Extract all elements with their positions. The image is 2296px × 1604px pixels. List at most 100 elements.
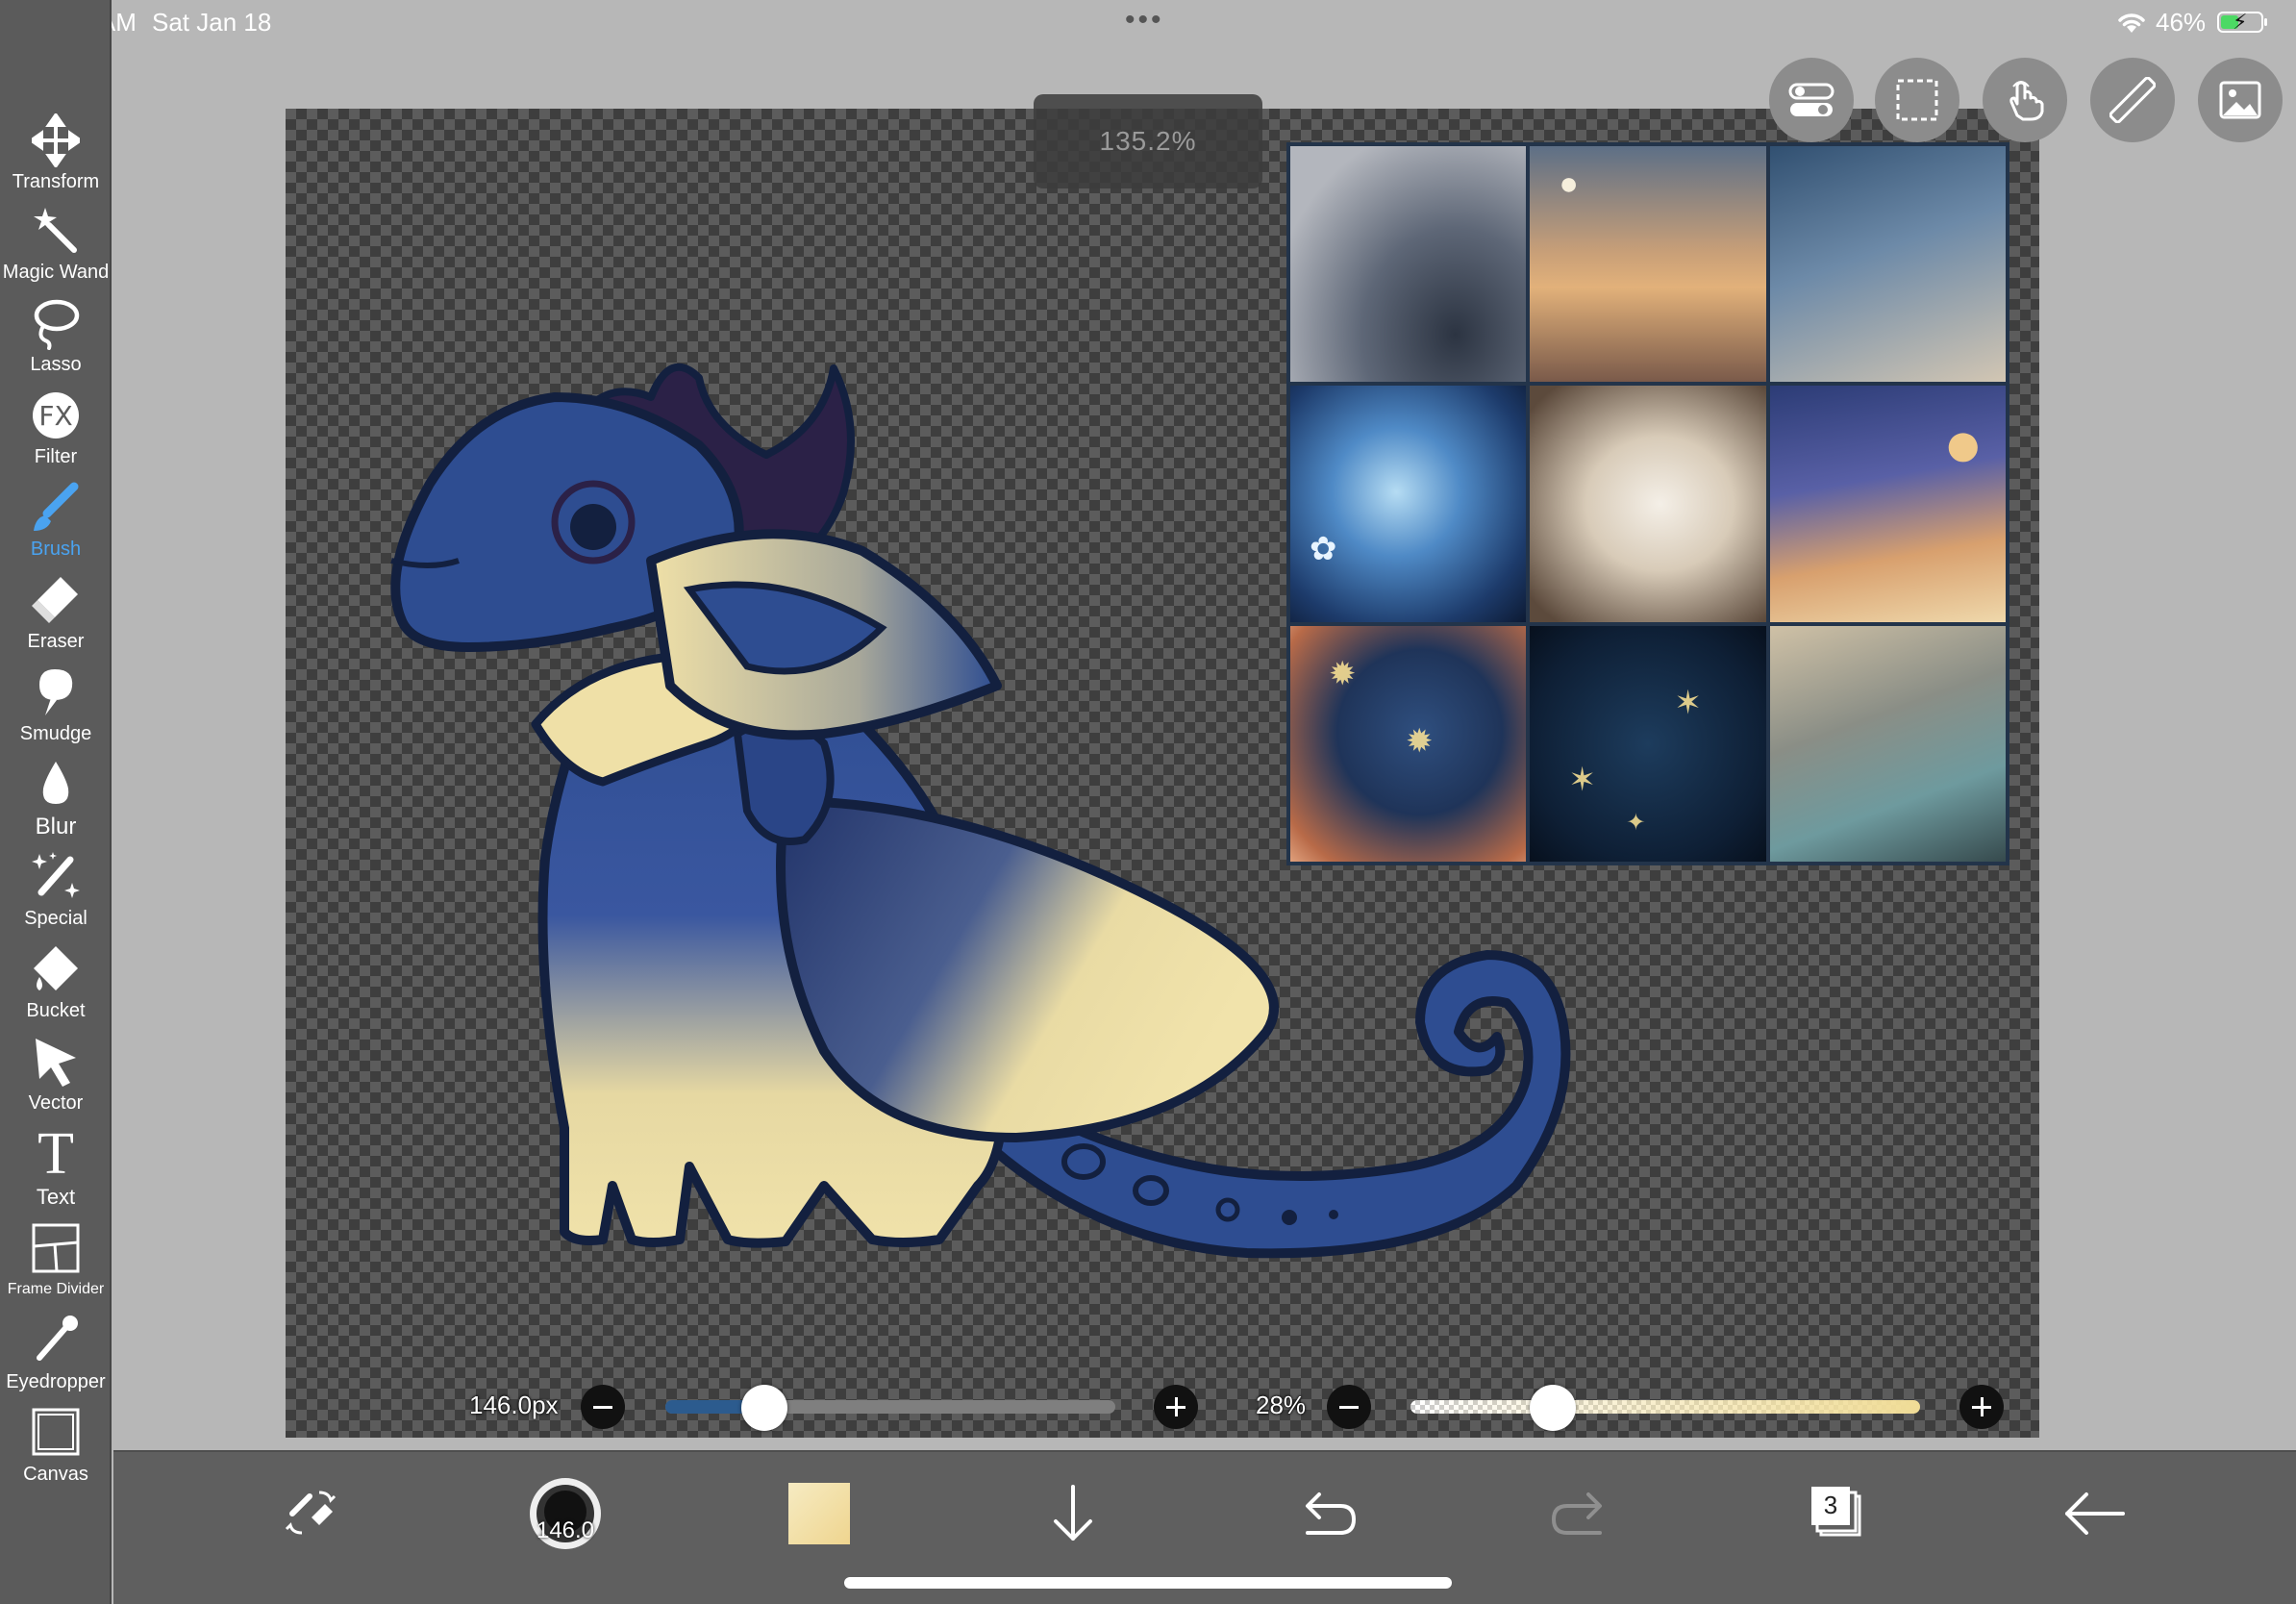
color-swatch-button[interactable] [786, 1475, 863, 1552]
smudge-icon [39, 669, 73, 715]
opacity-slider-track[interactable] [1410, 1400, 1920, 1414]
pointer-icon [36, 1039, 76, 1087]
bucket-icon [34, 946, 78, 990]
tool-label: Filter [34, 446, 78, 467]
tool-bucket[interactable]: Bucket [0, 942, 112, 1035]
brush-icon [34, 482, 79, 531]
tool-eyedropper[interactable]: Eyedropper [0, 1314, 112, 1406]
toggle-button[interactable] [1769, 58, 1854, 142]
moodboard-tile: ✶ ✶ ✦ [1530, 625, 1766, 862]
reference-moodboard: ● ✿ ● ✹ ✹ ✶ ✶ ✦ [1286, 142, 2009, 865]
back-button[interactable] [2056, 1475, 2133, 1552]
tool-label: Vector [28, 1092, 84, 1114]
battery-charging-icon: ⚡ [2217, 10, 2267, 34]
tool-label: Transform [12, 171, 100, 192]
canvas-icon [32, 1408, 80, 1456]
tool-lasso[interactable]: Lasso [0, 296, 112, 388]
moodboard-tile [1769, 625, 2006, 862]
brush-size-increase-button[interactable] [1154, 1385, 1198, 1429]
color-swatch-icon [788, 1483, 850, 1544]
tool-smudge[interactable]: Smudge [0, 665, 112, 758]
redo-icon [1551, 1492, 1602, 1535]
sparkle-pen-icon [32, 852, 80, 898]
selection-button[interactable] [1875, 58, 1959, 142]
tool-brush[interactable]: Brush [0, 481, 112, 573]
frame-divider-icon [32, 1223, 80, 1273]
tool-label: Frame Divider [7, 1281, 105, 1297]
layers-button[interactable]: 3 [1798, 1475, 1875, 1552]
tool-label: Eraser [27, 631, 85, 652]
lasso-icon [34, 299, 80, 350]
battery-percent: 46% [2156, 8, 2207, 37]
image-icon [2219, 81, 2261, 119]
tool-label: Brush [30, 539, 82, 560]
tool-text[interactable]: T Text [0, 1121, 112, 1219]
tool-label: Blur [35, 814, 77, 840]
tool-label: Smudge [19, 723, 92, 744]
layer-count: 3 [1823, 1491, 1838, 1519]
moodboard-tile [1290, 146, 1527, 383]
download-button[interactable] [1035, 1475, 1111, 1552]
eyedropper-icon [37, 1316, 78, 1361]
opacity-increase-button[interactable] [1959, 1385, 2004, 1429]
home-indicator[interactable] [844, 1577, 1452, 1589]
status-bar: 10:57 AM Sat Jan 18 ••• 46% ⚡ [0, 0, 2296, 46]
zoom-indicator: 135.2% [1034, 94, 1262, 188]
tool-label: Eyedropper [6, 1371, 106, 1392]
tool-vector[interactable]: Vector [0, 1035, 112, 1127]
tool-eraser[interactable]: Eraser [0, 573, 112, 665]
back-arrow-icon [2065, 1492, 2125, 1535]
status-date: Sat Jan 18 [152, 8, 272, 37]
tool-label: Canvas [23, 1464, 88, 1485]
tool-filter[interactable]: FX Filter [0, 388, 112, 481]
image-button[interactable] [2198, 58, 2283, 142]
tool-special[interactable]: Special [0, 850, 112, 942]
moodboard-tile: ✹ ✹ [1290, 625, 1527, 862]
tool-frame-divider[interactable]: Frame Divider [0, 1221, 112, 1314]
moodboard-tile: ✿ [1290, 386, 1527, 622]
download-arrow-icon [1054, 1485, 1092, 1541]
redo-button[interactable] [1542, 1475, 1619, 1552]
tool-label: Magic Wand [2, 262, 110, 283]
undo-button[interactable] [1288, 1475, 1365, 1552]
hand-touch-icon [2009, 81, 2044, 121]
tool-label: Special [24, 908, 87, 929]
zoom-level: 135.2% [1099, 126, 1197, 156]
moodboard-tile [1769, 146, 2006, 383]
magic-wand-icon [34, 208, 77, 253]
opacity-decrease-button[interactable] [1327, 1385, 1371, 1429]
move-arrows-icon [32, 113, 80, 167]
swap-tools-button[interactable] [273, 1475, 350, 1552]
tool-transform[interactable]: Transform [0, 113, 112, 206]
ruler-icon [2109, 77, 2156, 123]
selection-icon [1896, 79, 1938, 121]
moodboard-tile [1530, 386, 1766, 622]
opacity-value: 28% [1256, 1391, 1307, 1419]
tool-label: Text [36, 1185, 76, 1209]
moodboard-tile: ● [1530, 146, 1766, 383]
wifi-icon [2118, 13, 2145, 33]
brush-size-slider-track[interactable] [665, 1400, 1115, 1414]
moodboard-tile: ● [1769, 386, 2006, 622]
brush-size-decrease-button[interactable] [581, 1385, 625, 1429]
tool-label: Lasso [30, 354, 82, 375]
touch-button[interactable] [1983, 58, 2067, 142]
swap-tools-icon [285, 1491, 337, 1535]
tool-canvas[interactable]: Canvas [0, 1406, 112, 1498]
fx-glyph: FX [38, 400, 73, 432]
eraser-icon [32, 577, 78, 623]
tool-label: Bucket [26, 1000, 86, 1021]
brush-preview-button[interactable]: 146.0 [527, 1475, 604, 1552]
tool-magic-wand[interactable]: Magic Wand [0, 204, 112, 296]
brush-size-slider-thumb[interactable] [740, 1385, 787, 1431]
drop-icon [42, 762, 69, 804]
ruler-button[interactable] [2090, 58, 2175, 142]
tool-blur[interactable]: Blur [0, 758, 112, 850]
tool-sidebar: Transform Magic Wand Lasso FX Filter Bru… [0, 0, 112, 1604]
toggle-icon [1788, 83, 1834, 116]
text-icon: T [37, 1121, 74, 1187]
multitasking-dots-icon[interactable]: ••• [1125, 4, 1164, 37]
undo-icon [1306, 1492, 1357, 1535]
brush-size-value: 146.0px [469, 1391, 559, 1419]
brush-size-label: 146.0 [536, 1517, 595, 1543]
